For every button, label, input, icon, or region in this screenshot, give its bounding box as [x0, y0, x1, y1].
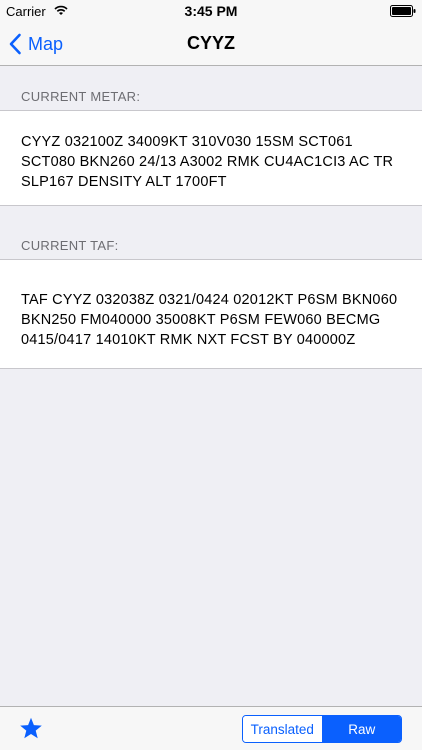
taf-section-header: CURRENT TAF:	[21, 238, 119, 253]
navigation-bar: Carrier 3:45 PM Map CYYZ	[0, 0, 422, 66]
nav-bar: Map CYYZ	[0, 22, 422, 66]
metar-line: SCT080 BKN260 24/13 A3002 RMK CU4AC1CI3 …	[21, 154, 394, 170]
metar-line: CYYZ 032100Z 34009KT 310V030 15SM SCT061	[21, 134, 353, 150]
page-title: CYYZ	[186, 33, 235, 53]
segment-raw[interactable]: Raw	[322, 716, 401, 742]
view-mode-segmented-control: Translated Raw	[242, 715, 402, 743]
metar-text: CYYZ 032100Z 34009KT 310V030 15SM SCT061…	[21, 132, 404, 192]
status-time: 3:45 PM	[184, 3, 238, 19]
bottom-toolbar: Translated Raw	[0, 706, 422, 750]
metar-card: CYYZ 032100Z 34009KT 310V030 15SM SCT061…	[0, 110, 422, 206]
metar-line: SLP167 DENSITY ALT 1700FT	[21, 174, 227, 190]
star-icon[interactable]	[19, 717, 43, 740]
taf-line: 0415/0417 14010KT RMK NXT FCST BY 040000…	[21, 332, 356, 348]
metar-section-header: CURRENT METAR:	[21, 89, 141, 104]
taf-text: TAF CYYZ 032038Z 0321/0424 02012KT P6SM …	[21, 290, 404, 350]
taf-line: TAF CYYZ 032038Z 0321/0424 02012KT P6SM …	[21, 292, 398, 308]
battery-icon	[390, 5, 416, 17]
taf-line: BKN250 FM040000 35008KT P6SM FEW060 BECM…	[21, 312, 381, 328]
segment-translated[interactable]: Translated	[243, 716, 323, 742]
status-bar: Carrier 3:45 PM	[0, 0, 422, 22]
taf-card: TAF CYYZ 032038Z 0321/0424 02012KT P6SM …	[0, 259, 422, 369]
